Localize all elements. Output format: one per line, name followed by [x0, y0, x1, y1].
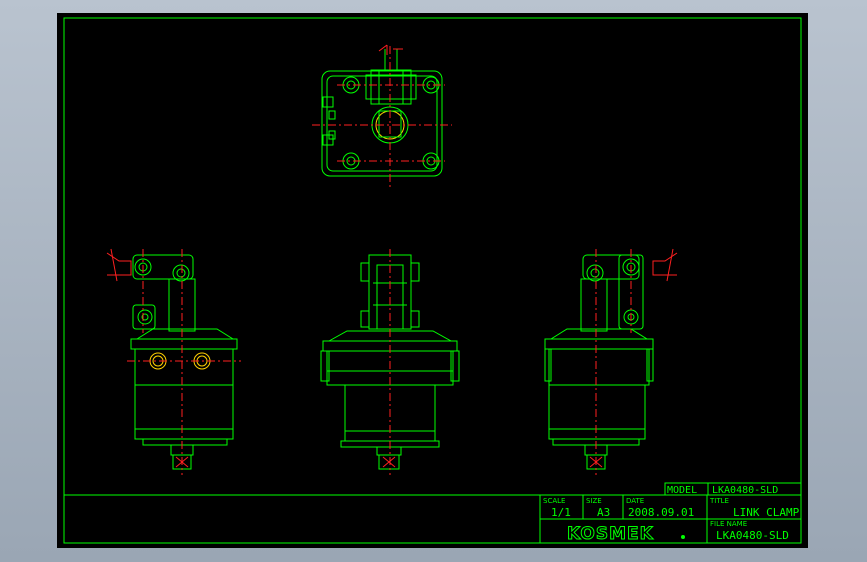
left-side-view: [106, 248, 241, 475]
drawing-sheet: MODEL LKA0480-SLD SCALE 1/1 SIZE A3 DATE…: [57, 13, 808, 548]
file-name-label: FILE NAME: [710, 520, 747, 528]
drawing-border: [63, 17, 802, 544]
model-value: LKA0480-SLD: [712, 485, 778, 496]
drawing-canvas: MODEL LKA0480-SLD SCALE 1/1 SIZE A3 DATE…: [63, 17, 802, 545]
scale-label: SCALE: [543, 497, 565, 505]
date-label: DATE: [626, 497, 644, 505]
right-side-view: [544, 248, 678, 475]
size-label: SIZE: [586, 497, 602, 505]
date-value: 2008.09.01: [628, 506, 694, 519]
top-view: [312, 44, 452, 188]
model-label: MODEL: [667, 485, 697, 496]
title-value: LINK CLAMP: [733, 506, 800, 519]
size-value: A3: [597, 506, 610, 519]
company-logo: KOSMEK: [567, 524, 654, 544]
file-name-value: LKA0480-SLD: [716, 529, 789, 542]
scale-value: 1/1: [551, 506, 571, 519]
title-label: TITLE: [709, 497, 729, 505]
front-view: [320, 249, 460, 475]
title-block: MODEL LKA0480-SLD SCALE 1/1 SIZE A3 DATE…: [539, 482, 802, 545]
